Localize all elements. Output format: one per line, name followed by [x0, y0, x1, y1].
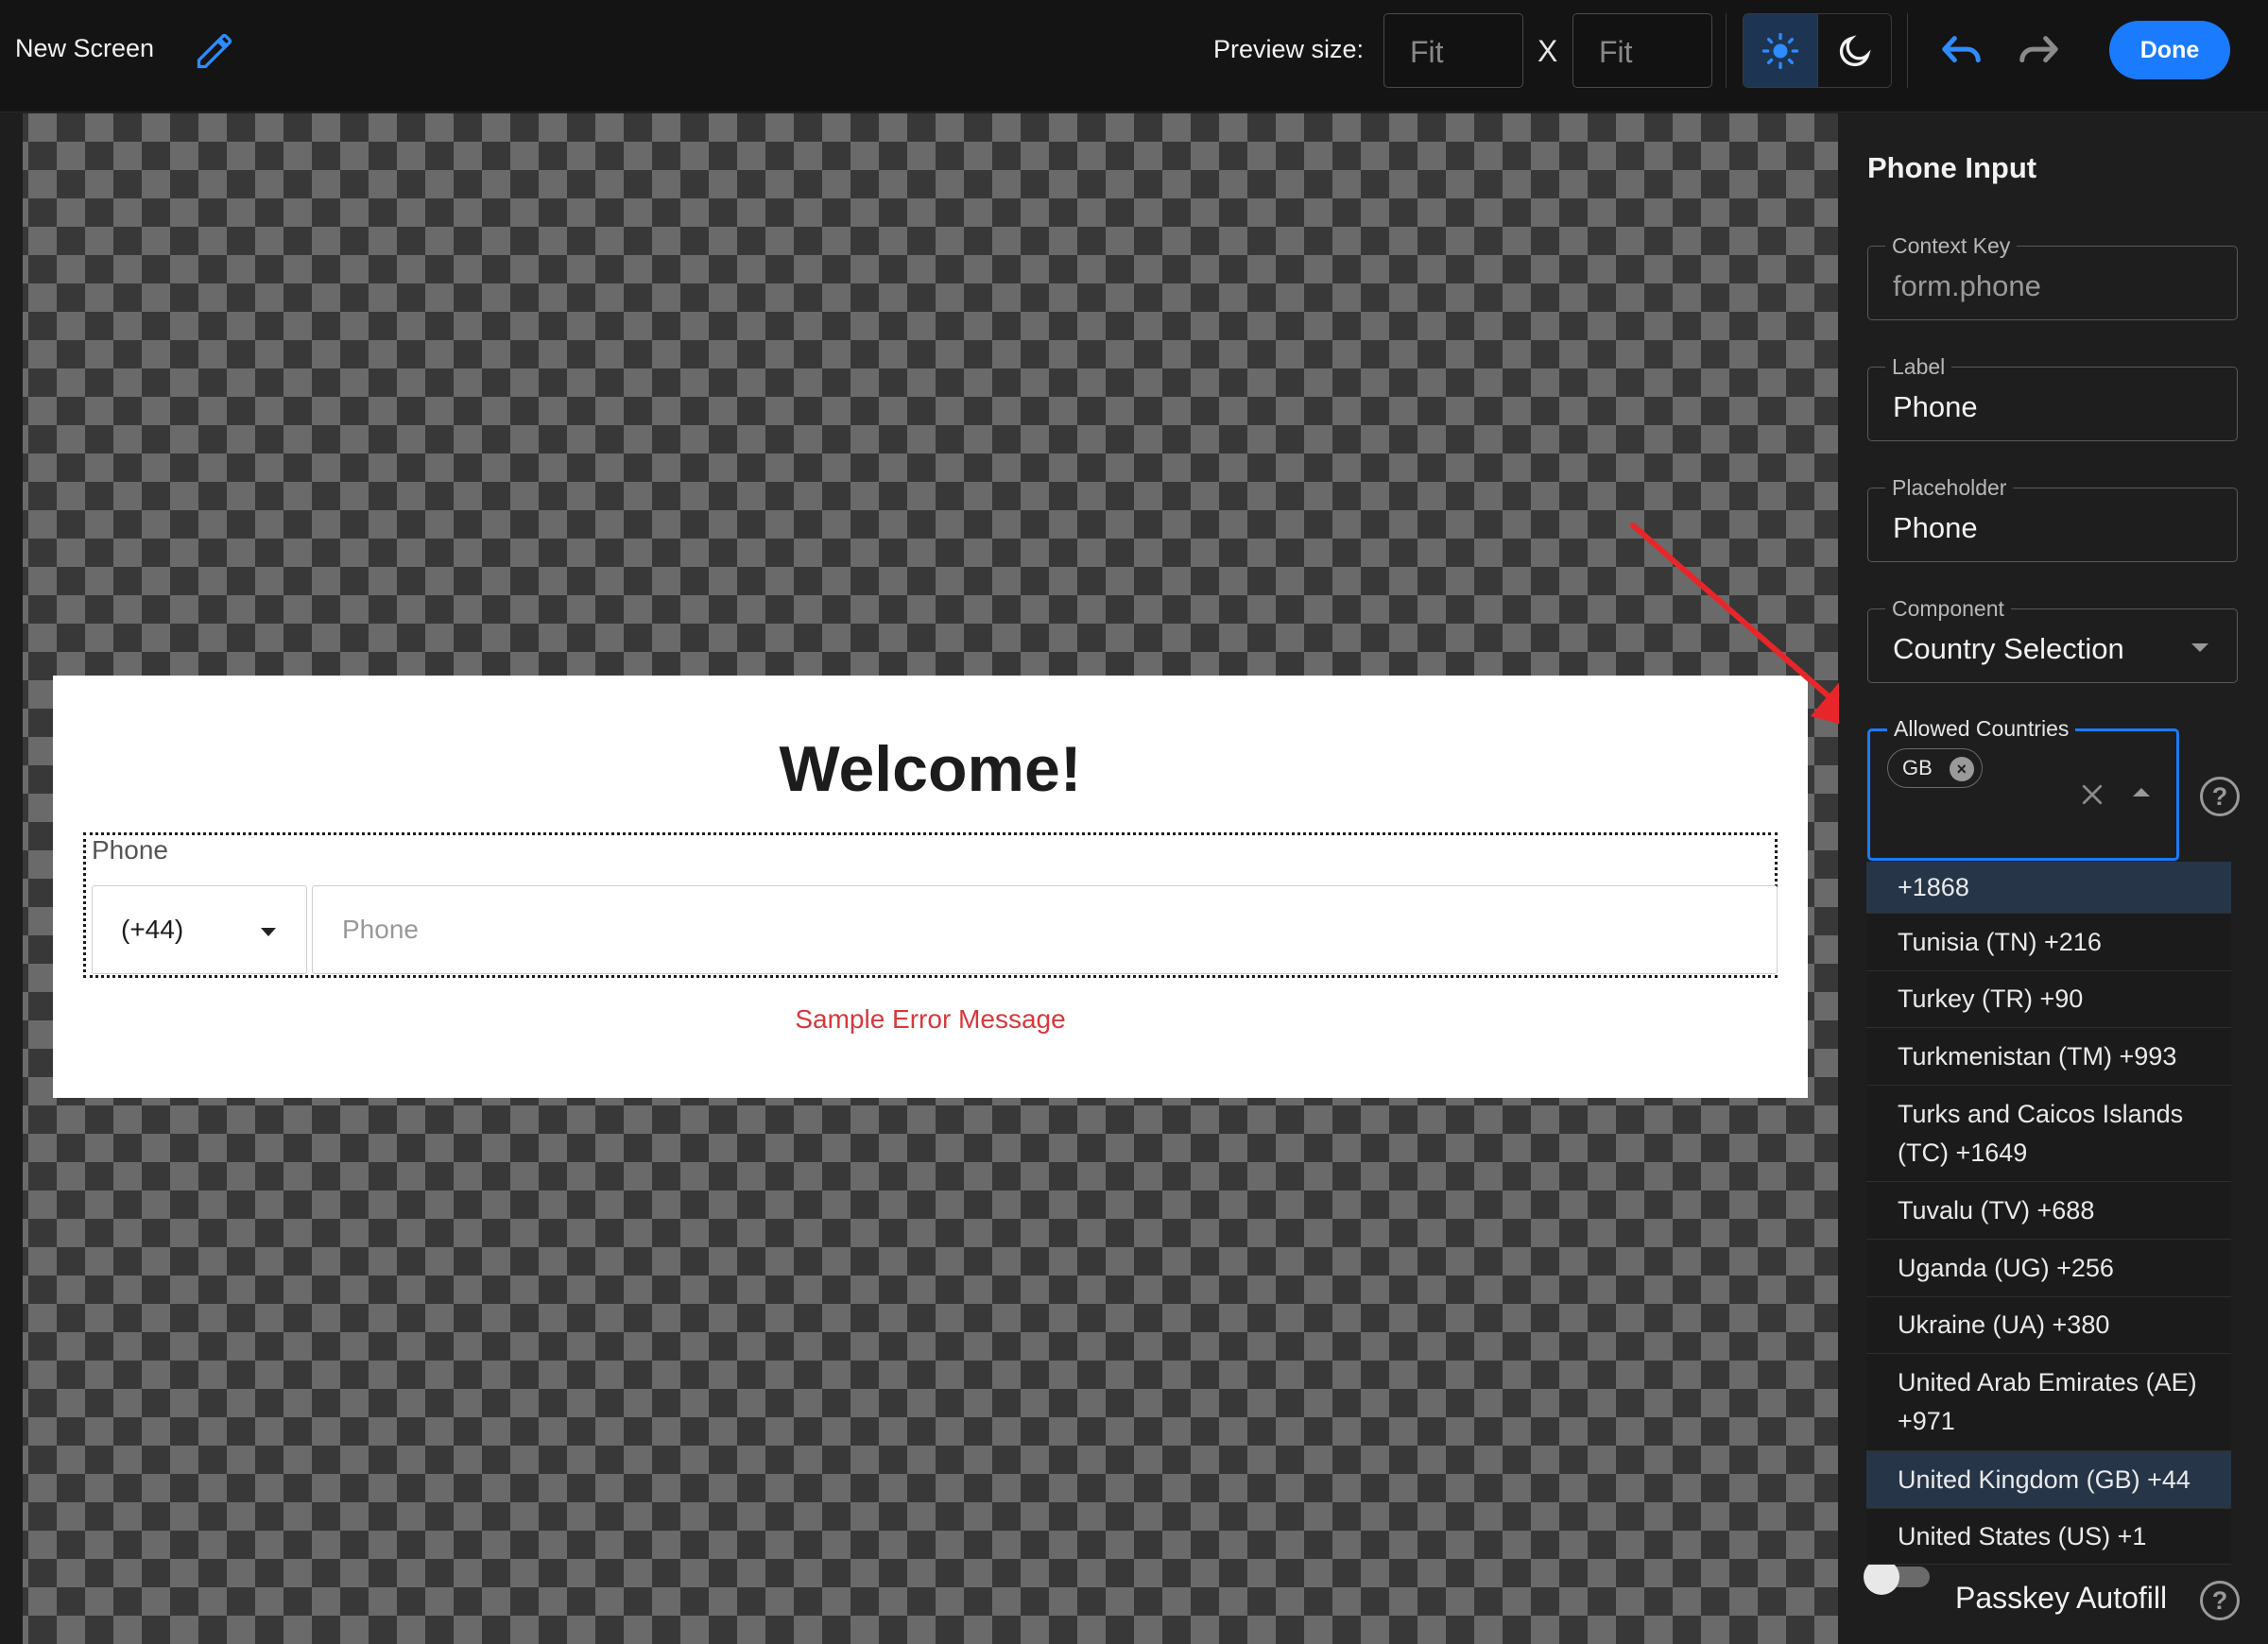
- dropdown-option[interactable]: Turkey (TR) +90: [1866, 971, 2231, 1028]
- context-key-label: Context Key: [1885, 233, 2018, 259]
- preview-size-label: Preview size:: [1213, 35, 1365, 63]
- caret-up-icon[interactable]: [2133, 788, 2150, 796]
- context-key-field[interactable]: Context Key: [1867, 233, 2238, 320]
- phone-input-component[interactable]: Phone (+44): [83, 832, 1778, 978]
- help-icon[interactable]: ?: [2200, 777, 2240, 816]
- done-button[interactable]: Done: [2109, 21, 2230, 79]
- placeholder-input[interactable]: [1893, 511, 2214, 545]
- dropdown-option[interactable]: +1868: [1866, 862, 2231, 914]
- component-value: Country Selection: [1893, 632, 2124, 665]
- country-dropdown-list: +1868 Tunisia (TN) +216 Turkey (TR) +90 …: [1866, 862, 2231, 1565]
- divider: [1907, 13, 1908, 88]
- country-code-select[interactable]: (+44): [92, 885, 307, 974]
- sun-icon: [1761, 32, 1799, 69]
- label-field-label: Label: [1885, 354, 1952, 380]
- divider: [1726, 13, 1727, 88]
- screen-title: New Screen: [15, 34, 155, 62]
- dropdown-option[interactable]: Turkmenistan (TM) +993: [1866, 1028, 2231, 1086]
- allowed-countries-label: Allowed Countries: [1887, 716, 2076, 742]
- placeholder-field-label: Placeholder: [1885, 475, 2014, 501]
- dropdown-option[interactable]: United Arab Emirates (AE) +971: [1866, 1354, 2231, 1451]
- size-separator: X: [1538, 34, 1558, 68]
- canvas-edge: [0, 113, 23, 1644]
- light-theme-button[interactable]: [1744, 14, 1817, 87]
- dropdown-option[interactable]: United States (US) +1: [1866, 1509, 2231, 1565]
- top-bar: New Screen Preview size: Fit X Fit Done: [0, 0, 2268, 112]
- context-key-input[interactable]: [1893, 269, 2214, 303]
- component-select[interactable]: Component Country Selection: [1867, 596, 2238, 683]
- theme-toggle-group: [1743, 13, 1892, 88]
- close-icon[interactable]: [2078, 780, 2106, 809]
- panel-title: Phone Input: [1867, 151, 2037, 184]
- undo-icon[interactable]: [1940, 32, 1984, 70]
- error-message: Sample Error Message: [795, 1004, 1066, 1034]
- phone-number-input[interactable]: [312, 885, 1778, 974]
- dropdown-option[interactable]: Tunisia (TN) +216: [1866, 914, 2231, 971]
- label-input[interactable]: [1893, 390, 2214, 424]
- phone-label: Phone: [92, 835, 168, 865]
- caret-down-icon: [2191, 643, 2208, 652]
- preview-height-input[interactable]: Fit: [1572, 13, 1712, 88]
- dropdown-option[interactable]: Ukraine (UA) +380: [1866, 1297, 2231, 1354]
- component-field-label: Component: [1885, 596, 2011, 622]
- dropdown-option[interactable]: Tuvalu (TV) +688: [1866, 1182, 2231, 1240]
- help-icon[interactable]: ?: [2200, 1581, 2240, 1620]
- annotation-arrow: [1630, 522, 1866, 731]
- preview-width-input[interactable]: Fit: [1383, 13, 1523, 88]
- moon-icon: [1839, 34, 1871, 66]
- dropdown-option[interactable]: United Kingdom (GB) +44: [1866, 1451, 2231, 1509]
- caret-down-icon: [261, 928, 276, 936]
- redo-icon[interactable]: [2017, 32, 2060, 70]
- dropdown-option[interactable]: Turks and Caicos Islands (TC) +1649: [1866, 1086, 2231, 1182]
- placeholder-field[interactable]: Placeholder: [1867, 475, 2238, 562]
- welcome-heading: Welcome!: [779, 733, 1082, 805]
- label-field[interactable]: Label: [1867, 354, 2238, 441]
- country-code-value: (+44): [121, 915, 184, 944]
- dropdown-option[interactable]: Uganda (UG) +256: [1866, 1240, 2231, 1297]
- country-chip-label: GB: [1902, 756, 1933, 779]
- country-chip[interactable]: GB ×: [1887, 748, 1983, 788]
- preview-card: Welcome! Phone (+44) Sample Error Messag…: [53, 676, 1808, 1098]
- chip-remove-icon[interactable]: ×: [1949, 757, 1974, 781]
- passkey-autofill-label: Passkey Autofill: [1955, 1581, 2168, 1615]
- allowed-countries-select[interactable]: Allowed Countries GB ×: [1867, 716, 2179, 861]
- pencil-icon[interactable]: [194, 30, 235, 72]
- dark-theme-button[interactable]: [1817, 14, 1891, 87]
